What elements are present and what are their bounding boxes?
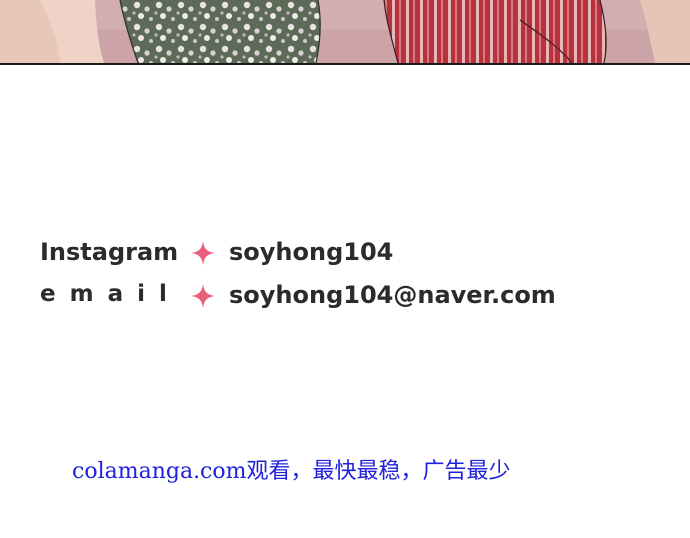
manga-panel-image bbox=[0, 0, 690, 65]
email-address: soyhong104@naver.com bbox=[229, 281, 556, 309]
instagram-label: Instagram bbox=[40, 238, 179, 266]
sparkle-icon bbox=[191, 241, 215, 265]
manga-panel-artwork bbox=[0, 0, 690, 63]
instagram-handle: soyhong104 bbox=[229, 238, 394, 266]
sparkle-icon bbox=[191, 284, 215, 308]
email-label: email bbox=[40, 281, 181, 307]
site-watermark-text: colamanga.com观看，最快最稳，广告最少 bbox=[72, 459, 511, 484]
